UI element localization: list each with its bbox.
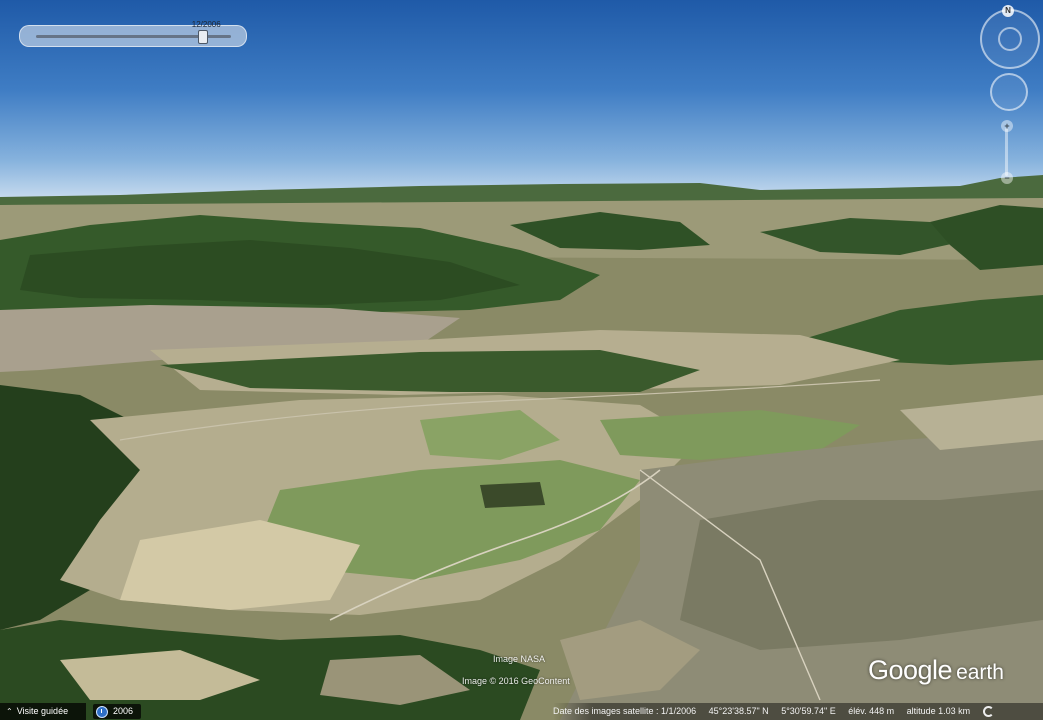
imagery-date: Date des images satellite : 1/1/2006 [553, 706, 697, 716]
imagery-attribution: Image NASA [493, 654, 546, 664]
chevron-up-icon: ⌃ [6, 707, 13, 716]
terrain-imagery [0, 175, 1043, 720]
streaming-icon [982, 706, 994, 718]
guided-tour-button[interactable]: ⌃ Visite guidée [0, 703, 86, 720]
historical-imagery-button[interactable]: 2006 [93, 704, 141, 719]
map-viewport[interactable]: 12/2006 N + − Image NASA Image © 2016 Ge… [0, 0, 1043, 720]
copyright-attribution: Image © 2016 GeoContent [462, 676, 570, 686]
zoom-out-icon[interactable]: − [1001, 172, 1013, 184]
longitude-readout: 5°30'59.74" E [781, 706, 836, 716]
move-joystick-icon[interactable] [990, 73, 1028, 111]
zoom-in-icon[interactable]: + [1001, 120, 1013, 132]
logo-google-text: Google [868, 655, 953, 685]
historical-imagery-year: 2006 [113, 706, 134, 716]
google-earth-logo: Google earth [868, 655, 1004, 686]
clock-icon [96, 706, 108, 718]
zoom-track[interactable] [1005, 128, 1008, 176]
zoom-slider[interactable]: + − [1000, 120, 1014, 184]
logo-earth-text: earth [956, 661, 1004, 684]
status-bar: Date des images satellite : 1/1/2006 45°… [553, 703, 1043, 720]
north-arrow-icon[interactable]: N [1002, 5, 1014, 17]
time-slider-thumb[interactable] [197, 30, 208, 44]
look-center[interactable] [998, 27, 1022, 51]
time-slider-date: 12/2006 [191, 20, 221, 29]
time-slider[interactable]: 12/2006 [19, 20, 247, 47]
latitude-readout: 45°23'38.57" N [708, 706, 769, 716]
guided-tour-label: Visite guidée [16, 706, 69, 716]
altitude-readout: altitude 1.03 km [906, 706, 971, 716]
bottom-bar: ⌃ Visite guidée 2006 Date des images sate… [0, 703, 1043, 720]
look-joystick-icon[interactable] [980, 9, 1040, 69]
elevation-readout: élév. 448 m [848, 706, 895, 716]
